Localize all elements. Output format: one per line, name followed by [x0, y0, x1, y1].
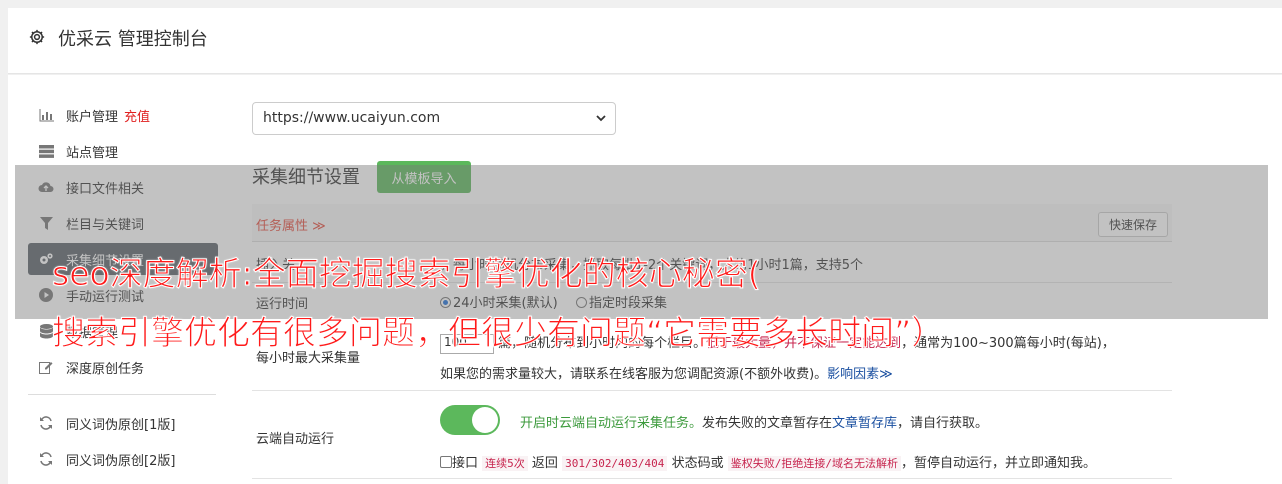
console-header: 优采云 管理控制台	[8, 8, 1282, 74]
chevron-down-icon	[596, 115, 606, 122]
sidebar-item-deep-original[interactable]: 深度原创任务	[28, 351, 218, 383]
refresh-icon	[38, 451, 54, 467]
sidebar-item-label: 账户管理	[66, 109, 119, 125]
edit-icon	[38, 359, 54, 375]
sidebar-item-label: 站点管理	[66, 145, 119, 161]
pause-notify-text: ，暂停自动运行，并立即通知我。	[900, 456, 1096, 471]
cloud-auto-run-desc: 开启时云端自动运行采集任务。发布失败的文章暂存在文章暂存库，请自行获取。	[520, 412, 988, 431]
bar-chart-icon	[38, 107, 54, 123]
sidebar-item-account[interactable]: 账户管理 充值	[28, 99, 218, 131]
watermark-overlay	[15, 165, 1268, 319]
site-select-value: https://www.ucaiyun.com	[263, 110, 441, 126]
consecutive-code: 连续5次	[482, 456, 528, 471]
pause-on-error-row: 接口 连续5次 返回 301/302/403/404 状态码或 鉴权失败/拒绝连…	[440, 452, 1096, 471]
cloud-auto-run-toggle[interactable]	[440, 405, 500, 435]
refresh-icon	[38, 415, 54, 431]
row-divider	[252, 390, 1172, 391]
cloud-auto-run-status: 开启时云端自动运行采集任务。	[520, 416, 703, 431]
sidebar-item-label: 同义词伪原创[2版]	[66, 453, 176, 469]
sidebar-item-label: 同义词伪原创[1版]	[66, 417, 176, 433]
max-per-hour-contact-text: 如果您的需求量较大，请联系在线客服为您调配资源(不额外收费)。	[440, 367, 828, 382]
article-storage-link[interactable]: 文章暂存库	[832, 416, 897, 431]
cloud-auto-run-label: 云端自动运行	[256, 432, 335, 447]
influence-factors-link[interactable]: 影响因素≫	[827, 367, 893, 382]
sidebar-item-synonym-v2[interactable]: 同义词伪原创[2版]	[28, 443, 218, 475]
return-text: 返回	[531, 456, 558, 471]
watermark-title-line2: 搜索引擎优化有很多问题，但很少有问题“它需要多长时间”）	[51, 313, 945, 353]
server-icon	[38, 143, 54, 159]
recharge-link[interactable]: 充值	[124, 106, 150, 125]
pause-label: 接口	[452, 456, 479, 471]
pause-on-error-checkbox[interactable]	[440, 456, 452, 468]
site-select[interactable]: https://www.ucaiyun.com	[252, 102, 616, 135]
error-types: 鉴权失败/拒绝连接/域名无法解析	[727, 456, 901, 471]
sidebar-item-synonym-v1[interactable]: 同义词伪原创[1版]	[28, 407, 218, 439]
status-codes: 301/302/403/404	[562, 456, 668, 471]
cloud-desc-suffix: ，请自行获取。	[897, 416, 989, 431]
sidebar-item-label: 深度原创任务	[66, 361, 145, 377]
max-per-hour-line2: 如果您的需求量较大，请联系在线客服为您调配资源(不额外收费)。影响因素≫	[440, 363, 893, 382]
console-title: 优采云 管理控制台	[58, 29, 208, 50]
cloud-desc-text: 发布失败的文章暂存在	[702, 416, 833, 431]
gear-icon	[29, 29, 45, 45]
sidebar-divider	[28, 394, 216, 395]
sidebar-item-sites[interactable]: 站点管理	[28, 135, 218, 167]
status-text: 状态码或	[671, 456, 724, 471]
row-divider	[252, 478, 1172, 479]
watermark-title-line1: seo深度解析:全面挖掘搜索引擎优化的核心秘密(	[52, 254, 762, 294]
